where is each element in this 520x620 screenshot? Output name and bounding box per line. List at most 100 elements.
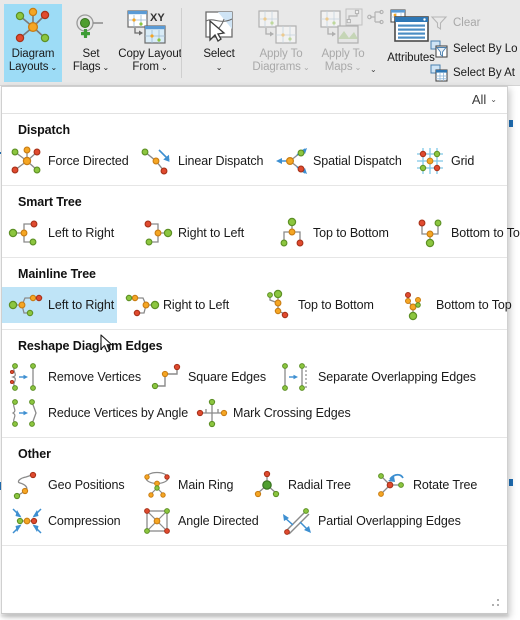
- gallery-item-label: Remove Vertices: [48, 370, 141, 384]
- copy-layout-label-line2: From: [132, 60, 159, 73]
- resize-grip[interactable]: [492, 599, 501, 608]
- tree-layout-mini-icon[interactable]: [345, 8, 363, 26]
- svg-text:XY: XY: [150, 12, 165, 24]
- chevron-down-icon[interactable]: ⌄: [301, 63, 310, 72]
- chevron-down-icon[interactable]: ⌄: [100, 63, 110, 72]
- gallery-item-label: Rotate Tree: [413, 478, 478, 492]
- gallery-item-smart-tree-top-to-bottom[interactable]: Top to Bottom: [267, 215, 405, 251]
- chevron-down-icon[interactable]: ⌄: [216, 63, 223, 72]
- gallery-item-grid[interactable]: Grid: [405, 143, 495, 179]
- gallery-item-label: Compression: [48, 514, 121, 528]
- set-flags-label-line2: Flags: [72, 60, 101, 73]
- gallery-item-angle-directed[interactable]: Angle Directed: [132, 503, 272, 539]
- copy-layout-from-button[interactable]: XY Copy Layout From ⌄: [115, 4, 185, 82]
- apply-to-diagrams-button[interactable]: Apply To Diagrams ⌄: [248, 4, 314, 82]
- select-by-location-label: Select By Lo: [453, 43, 518, 55]
- overflow-chevron-down-icon[interactable]: ⌄: [370, 66, 377, 74]
- gallery-item-label: Top to Bottom: [313, 226, 389, 240]
- gallery-item-smart-tree-bottom-to-top[interactable]: Bottom to Top: [405, 215, 520, 251]
- chevron-down-icon[interactable]: ⌄: [159, 63, 168, 72]
- gallery-item-mainline-tree-right-to-left[interactable]: Right to Left: [117, 287, 252, 323]
- gallery-item-smart-tree-left-to-right[interactable]: Left to Right: [2, 215, 132, 251]
- gallery-item-force-directed[interactable]: Force Directed: [2, 143, 132, 179]
- apply-to-diagrams-label-line1: Apply To: [259, 48, 303, 60]
- copy-layout-label-line1: Copy Layout: [118, 48, 182, 60]
- gallery-group-smart-tree: Smart Tree Left to Right Right to Left T…: [2, 186, 520, 258]
- gallery-filter-label: All: [471, 92, 487, 107]
- gallery-group-mainline-tree: Mainline Tree Left to Right Right to Lef…: [2, 258, 512, 330]
- gallery-item-label: Top to Bottom: [298, 298, 374, 312]
- gallery-item-separate-overlapping-edges[interactable]: Separate Overlapping Edges: [272, 359, 476, 395]
- grid-layout-icon: [411, 145, 449, 177]
- gallery-item-mainline-tree-bottom-to-top[interactable]: Bottom to Top: [390, 287, 512, 323]
- select-by-attributes-label: Select By At: [453, 67, 516, 79]
- gallery-item-remove-vertices[interactable]: Remove Vertices: [2, 359, 142, 395]
- gallery-item-square-edges[interactable]: Square Edges: [142, 359, 272, 395]
- linear-dispatch-icon: [138, 145, 176, 177]
- ribbon-toolbar: Diagram Layouts ⌄ Set Flags ⌄ XY Copy La…: [0, 0, 520, 86]
- gallery-item-label: Square Edges: [188, 370, 267, 384]
- group-title-other: Other: [18, 447, 51, 461]
- chevron-down-icon[interactable]: ⌄: [48, 63, 58, 72]
- chevron-down-icon: ⌄: [490, 95, 497, 104]
- gallery-item-linear-dispatch[interactable]: Linear Dispatch: [132, 143, 267, 179]
- gallery-item-label: Left to Right: [48, 226, 115, 240]
- gallery-item-label: Separate Overlapping Edges: [318, 370, 476, 384]
- select-by-location-command[interactable]: Select By Lo: [430, 40, 518, 58]
- gallery-item-reduce-vertices-by-angle[interactable]: Reduce Vertices by Angle: [2, 395, 188, 431]
- spatial-dispatch-icon: [273, 145, 311, 177]
- gallery-item-label: Left to Right: [48, 298, 115, 312]
- diagram-layouts-button[interactable]: Diagram Layouts ⌄: [4, 4, 62, 82]
- gallery-item-spatial-dispatch[interactable]: Spatial Dispatch: [267, 143, 405, 179]
- geo-positions-icon: [8, 469, 46, 501]
- panel-bottom-shadow: [1, 614, 509, 617]
- partial-overlapping-edges-icon: [278, 505, 316, 537]
- gallery-item-smart-tree-right-to-left[interactable]: Right to Left: [132, 215, 267, 251]
- gallery-group-dispatch: Dispatch Force Directed Linear Dispatch …: [2, 114, 507, 186]
- select-by-attributes-command[interactable]: Select By At: [430, 64, 515, 82]
- smart-tree-top-to-bottom-icon: [273, 217, 311, 249]
- clear-selection-label: Clear: [453, 17, 481, 29]
- separate-overlapping-edges-icon: [278, 361, 316, 393]
- gallery-item-mainline-tree-top-to-bottom[interactable]: Top to Bottom: [252, 287, 390, 323]
- clear-selection-icon: [430, 14, 448, 32]
- diagram-layouts-icon: [5, 6, 61, 48]
- clear-selection-command[interactable]: Clear: [430, 14, 480, 32]
- angle-directed-icon: [138, 505, 176, 537]
- ribbon-separator: [181, 8, 182, 78]
- right-edge-accent-bottom: [509, 479, 513, 486]
- apply-to-maps-label-line1: Apply To: [321, 48, 365, 60]
- gallery-item-partial-overlapping-edges[interactable]: Partial Overlapping Edges: [272, 503, 467, 539]
- smart-tree-right-to-left-icon: [138, 217, 176, 249]
- gallery-item-label: Grid: [451, 154, 475, 168]
- gallery-item-label: Bottom to Top: [451, 226, 520, 240]
- gallery-filter-all-button[interactable]: All ⌄: [472, 92, 497, 107]
- mainline-tree-top-to-bottom-icon: [258, 289, 296, 321]
- right-edge-accent-top: [509, 120, 513, 127]
- gallery-item-rotate-tree[interactable]: Rotate Tree: [367, 467, 477, 503]
- gallery-item-label: Radial Tree: [288, 478, 351, 492]
- gallery-item-label: Partial Overlapping Edges: [318, 514, 461, 528]
- gallery-item-label: Bottom to Top: [436, 298, 512, 312]
- copy-layout-from-icon: XY: [115, 6, 185, 48]
- select-arrow-icon: [191, 6, 247, 48]
- mark-crossing-edges-icon: [193, 397, 231, 429]
- remove-vertices-icon: [8, 361, 46, 393]
- gallery-item-main-ring[interactable]: Main Ring: [132, 467, 242, 503]
- diagram-layouts-label-line2: Layouts: [8, 60, 49, 73]
- gallery-item-mark-crossing-edges[interactable]: Mark Crossing Edges: [187, 395, 357, 431]
- select-by-location-icon: [430, 40, 448, 58]
- smart-tree-bottom-to-top-icon: [411, 217, 449, 249]
- gallery-item-label: Linear Dispatch: [178, 154, 264, 168]
- gallery-item-compression[interactable]: Compression: [2, 503, 132, 539]
- chevron-down-icon[interactable]: ⌄: [353, 63, 362, 72]
- gallery-item-geo-positions[interactable]: Geo Positions: [2, 467, 132, 503]
- set-flags-button[interactable]: Set Flags ⌄: [62, 4, 120, 82]
- gallery-item-mainline-tree-left-to-right[interactable]: Left to Right: [2, 287, 117, 323]
- gallery-item-label: Geo Positions: [48, 478, 125, 492]
- group-title-smart-tree: Smart Tree: [18, 195, 82, 209]
- radial-tree-icon: [248, 469, 286, 501]
- gallery-item-radial-tree[interactable]: Radial Tree: [242, 467, 367, 503]
- force-directed-icon: [8, 145, 46, 177]
- select-button[interactable]: Select ⌄: [190, 4, 248, 82]
